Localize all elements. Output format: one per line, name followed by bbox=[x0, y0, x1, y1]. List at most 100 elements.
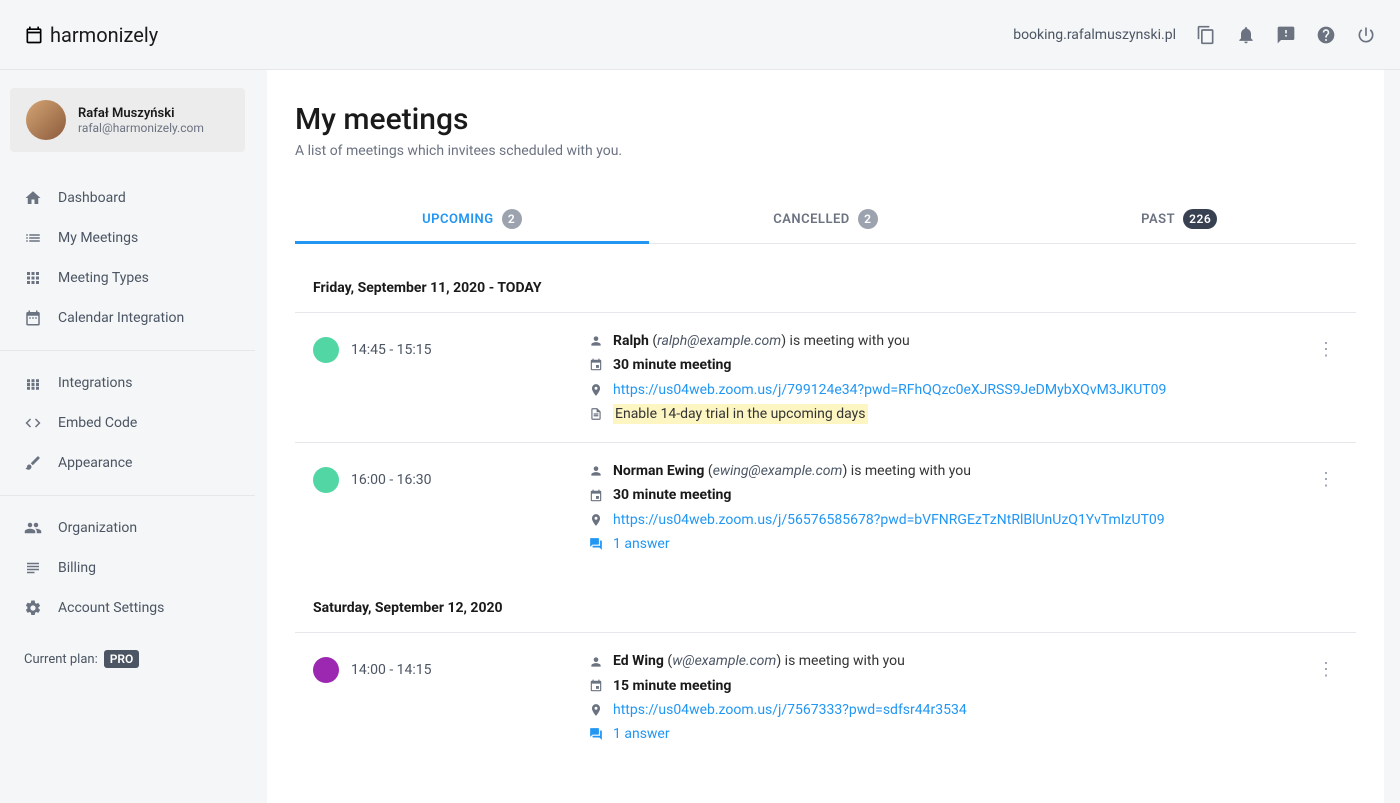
invitee-name: Norman Ewing bbox=[613, 463, 704, 479]
person-icon bbox=[589, 655, 603, 669]
invitee-email: ralph@example.com bbox=[657, 333, 781, 349]
meeting-link[interactable]: https://us04web.zoom.us/j/799124e34?pwd=… bbox=[613, 380, 1166, 400]
copy-icon[interactable] bbox=[1196, 25, 1216, 45]
event-icon bbox=[589, 679, 603, 693]
sidebar-item-calendar-integration[interactable]: Calendar Integration bbox=[0, 298, 255, 338]
bell-icon[interactable] bbox=[1236, 25, 1256, 45]
tab-cancelled[interactable]: CANCELLED 2 bbox=[649, 195, 1003, 243]
invitee-suffix: is meeting with you bbox=[785, 653, 905, 669]
event-icon bbox=[589, 489, 603, 503]
time-text: 16:00 - 16:30 bbox=[351, 472, 432, 488]
sidebar: Rafał Muszyński rafal@harmonizely.com Da… bbox=[0, 70, 255, 803]
sidebar-item-embed-code[interactable]: Embed Code bbox=[0, 403, 255, 443]
invitee-email: w@example.com bbox=[672, 653, 776, 669]
sidebar-item-label: Billing bbox=[58, 560, 96, 576]
answers-link[interactable]: 1 answer bbox=[613, 724, 670, 744]
sidebar-item-label: Meeting Types bbox=[58, 270, 149, 286]
sidebar-item-account-settings[interactable]: Account Settings bbox=[0, 588, 255, 628]
people-icon bbox=[24, 519, 42, 537]
home-icon bbox=[24, 189, 42, 207]
feedback-icon[interactable] bbox=[1276, 25, 1296, 45]
day-header: Saturday, September 12, 2020 bbox=[295, 600, 1356, 632]
sidebar-item-label: Account Settings bbox=[58, 600, 164, 616]
list-icon bbox=[24, 229, 42, 247]
meeting-details: Ed Wing (w@example.com) is meeting with … bbox=[589, 651, 1302, 744]
sidebar-item-my-meetings[interactable]: My Meetings bbox=[0, 218, 255, 258]
day-group: Friday, September 11, 2020 - TODAY 14:45… bbox=[295, 280, 1356, 572]
page-title: My meetings bbox=[295, 102, 1356, 137]
sidebar-item-dashboard[interactable]: Dashboard bbox=[0, 178, 255, 218]
tab-count: 2 bbox=[502, 209, 522, 229]
answers-link[interactable]: 1 answer bbox=[613, 534, 670, 554]
help-icon[interactable] bbox=[1316, 25, 1336, 45]
calendar-icon bbox=[24, 309, 42, 327]
layout: Rafał Muszyński rafal@harmonizely.com Da… bbox=[0, 70, 1400, 803]
tab-past[interactable]: PAST 226 bbox=[1002, 195, 1356, 243]
meeting-details: Norman Ewing (ewing@example.com) is meet… bbox=[589, 461, 1302, 554]
apps-icon bbox=[24, 269, 42, 287]
page-subtitle: A list of meetings which invitees schedu… bbox=[295, 143, 1356, 159]
color-dot bbox=[313, 337, 339, 363]
sidebar-item-appearance[interactable]: Appearance bbox=[0, 443, 255, 483]
tab-upcoming[interactable]: UPCOMING 2 bbox=[295, 195, 649, 243]
time-text: 14:00 - 14:15 bbox=[351, 662, 432, 678]
plan-label: Current plan: bbox=[24, 652, 98, 667]
location-icon bbox=[589, 703, 603, 717]
sidebar-item-meeting-types[interactable]: Meeting Types bbox=[0, 258, 255, 298]
meeting-row: 14:45 - 15:15 Ralph (ralph@example.com) … bbox=[295, 312, 1356, 442]
invitee-suffix: is meeting with you bbox=[851, 463, 971, 479]
profile-card[interactable]: Rafał Muszyński rafal@harmonizely.com bbox=[10, 88, 245, 152]
day-group: Saturday, September 12, 2020 14:00 - 14:… bbox=[295, 600, 1356, 762]
sidebar-item-integrations[interactable]: Integrations bbox=[0, 363, 255, 403]
location-icon bbox=[589, 383, 603, 397]
note-icon bbox=[589, 407, 603, 421]
tab-label: UPCOMING bbox=[422, 212, 494, 227]
sidebar-item-label: Integrations bbox=[58, 375, 132, 391]
power-icon[interactable] bbox=[1356, 25, 1376, 45]
sidebar-item-organization[interactable]: Organization bbox=[0, 508, 255, 548]
sidebar-item-label: Appearance bbox=[58, 455, 132, 471]
meeting-menu-button[interactable]: ⋮ bbox=[1314, 659, 1338, 680]
sidebar-item-label: Dashboard bbox=[58, 190, 126, 206]
profile-name: Rafał Muszyński bbox=[78, 106, 204, 121]
brand-name: harmonizely bbox=[50, 23, 158, 47]
tab-count: 2 bbox=[858, 209, 878, 229]
meeting-time: 14:45 - 15:15 bbox=[313, 337, 577, 363]
tab-label: CANCELLED bbox=[773, 212, 850, 227]
tab-count: 226 bbox=[1183, 209, 1217, 229]
person-icon bbox=[589, 464, 603, 478]
answers-icon bbox=[589, 727, 603, 741]
meeting-duration: 30 minute meeting bbox=[613, 485, 731, 505]
sidebar-item-billing[interactable]: Billing bbox=[0, 548, 255, 588]
invitee-name: Ralph bbox=[613, 333, 649, 349]
meeting-note: Enable 14-day trial in the upcoming days bbox=[613, 404, 868, 424]
meeting-menu-button[interactable]: ⋮ bbox=[1314, 469, 1338, 490]
meeting-menu-button[interactable]: ⋮ bbox=[1314, 339, 1338, 360]
location-icon bbox=[589, 513, 603, 527]
invitee-name: Ed Wing bbox=[613, 653, 664, 669]
day-header: Friday, September 11, 2020 - TODAY bbox=[295, 280, 1356, 312]
color-dot bbox=[313, 657, 339, 683]
meeting-row: 14:00 - 14:15 Ed Wing (w@example.com) is… bbox=[295, 632, 1356, 762]
avatar bbox=[26, 100, 66, 140]
meeting-link[interactable]: https://us04web.zoom.us/j/56576585678?pw… bbox=[613, 510, 1165, 530]
booking-url[interactable]: booking.rafalmuszynski.pl bbox=[1013, 27, 1176, 43]
meeting-row: 16:00 - 16:30 Norman Ewing (ewing@exampl… bbox=[295, 442, 1356, 572]
gear-icon bbox=[24, 599, 42, 617]
receipt-icon bbox=[24, 559, 42, 577]
sidebar-item-label: Organization bbox=[58, 520, 137, 536]
sidebar-item-label: Calendar Integration bbox=[58, 310, 184, 326]
current-plan: Current plan: PRO bbox=[0, 634, 255, 684]
time-text: 14:45 - 15:15 bbox=[351, 342, 432, 358]
header-actions: booking.rafalmuszynski.pl bbox=[1013, 25, 1376, 45]
meeting-link[interactable]: https://us04web.zoom.us/j/7567333?pwd=sd… bbox=[613, 700, 967, 720]
sidebar-item-label: Embed Code bbox=[58, 415, 137, 431]
meeting-details: Ralph (ralph@example.com) is meeting wit… bbox=[589, 331, 1302, 424]
brand-logo[interactable]: harmonizely bbox=[24, 23, 158, 47]
calendar-logo-icon bbox=[24, 25, 44, 45]
person-icon bbox=[589, 334, 603, 348]
meeting-duration: 30 minute meeting bbox=[613, 355, 731, 375]
invitee-email: ewing@example.com bbox=[713, 463, 843, 479]
code-icon bbox=[24, 414, 42, 432]
profile-email: rafal@harmonizely.com bbox=[78, 121, 204, 135]
